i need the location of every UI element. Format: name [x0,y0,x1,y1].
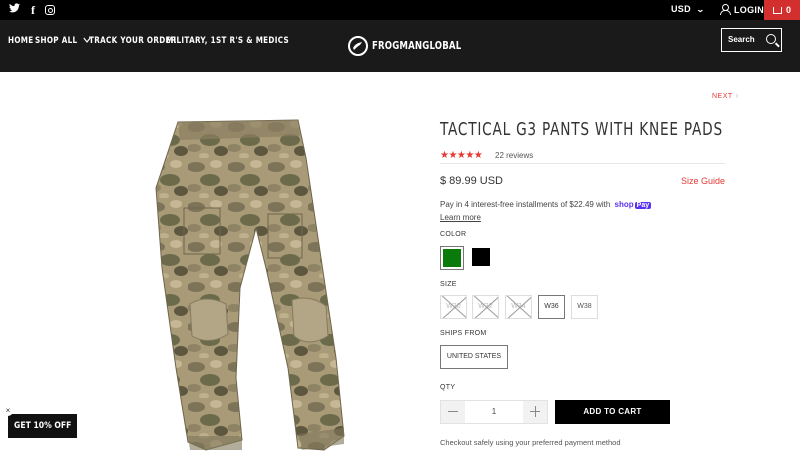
qty-input[interactable]: 1 [465,401,523,423]
swatch-fill [472,248,490,266]
size-option-w34[interactable]: W34 [505,295,532,319]
twitter-icon[interactable] [8,3,20,17]
instagram-icon[interactable] [44,3,56,17]
close-icon[interactable]: × [3,406,13,416]
installments-label: Pay in 4 interest-free installments of $… [440,200,611,209]
frog-logo-icon [348,36,368,56]
quantity-stepper: 1 [440,400,548,424]
size-option-w36[interactable]: W36 [538,295,565,319]
shop-pay-shop: shop [614,200,634,209]
login-link[interactable]: LOGIN [720,4,764,15]
next-label: NEXT [712,93,733,100]
nav-shop-all[interactable]: SHOP ALL [35,36,91,46]
top-bar: f USD ⌄ LOGIN 0 [0,0,800,20]
product-price: $ 89.99 USD [440,175,503,187]
installments-text: Pay in 4 interest-free installments of $… [440,200,652,209]
ships-from-label: SHIPS FROM [440,330,487,337]
size-option-w32[interactable]: W32 [472,295,499,319]
size-option-w30[interactable]: W30 [440,295,467,319]
next-product-link[interactable]: NEXT › [712,91,739,100]
divider [440,163,725,164]
color-swatch-green[interactable] [440,246,464,270]
chevron-down-icon: ⌄ [695,5,705,14]
cart-button[interactable]: 0 [764,0,800,20]
search-box[interactable]: Search [721,28,782,52]
shop-pay-logo: shop Pay [615,200,652,209]
swatch-fill [443,249,461,267]
nav-track-order[interactable]: TRACK YOUR ORDER [89,36,177,46]
ships-from-option[interactable]: UNITED STATES [440,345,508,369]
currency-label: USD [671,4,691,14]
search-input[interactable]: Search [728,35,755,44]
search-icon[interactable] [766,34,776,44]
color-label: COLOR [440,231,467,238]
qty-label: QTY [440,384,456,391]
logo-text: FROGMANGLOBAL [372,39,462,52]
qty-minus-button[interactable] [441,401,465,423]
add-to-cart-button[interactable]: ADD TO CART [555,400,670,424]
login-label: LOGIN [734,5,764,15]
currency-selector[interactable]: USD ⌄ [671,4,705,14]
rating-stars[interactable]: ★★★★★ [440,150,483,161]
chevron-right-icon: › [735,91,739,100]
cart-count: 0 [785,5,791,15]
nav-military[interactable]: MILITARY, 1ST R'S & MEDICS [166,36,289,46]
nav-home[interactable]: HOME [8,36,34,46]
site-logo[interactable]: FROGMANGLOBAL [348,36,462,56]
user-icon [720,4,731,15]
facebook-icon[interactable]: f [27,3,39,17]
product-title: TACTICAL G3 PANTS WITH KNEE PADS [440,119,723,140]
size-option-w38[interactable]: W38 [571,295,598,319]
product-image[interactable] [148,118,348,454]
color-swatch-black[interactable] [470,246,494,270]
promo-button[interactable]: GET 10% OFF [8,414,77,438]
promo-label: GET 10% OFF [13,421,72,431]
nav-shop-all-label: SHOP ALL [35,36,78,46]
size-guide-link[interactable]: Size Guide [681,176,725,186]
learn-more-link[interactable]: Learn more [440,213,481,222]
qty-plus-button[interactable] [523,401,547,423]
checkout-note: Checkout safely using your preferred pay… [440,438,621,447]
size-label: SIZE [440,281,457,288]
reviews-count[interactable]: 22 reviews [495,151,533,160]
cart-icon [772,7,782,14]
shop-pay-pay: Pay [634,202,652,209]
site-header: HOME SHOP ALL TRACK YOUR ORDER MILITARY,… [0,20,800,72]
